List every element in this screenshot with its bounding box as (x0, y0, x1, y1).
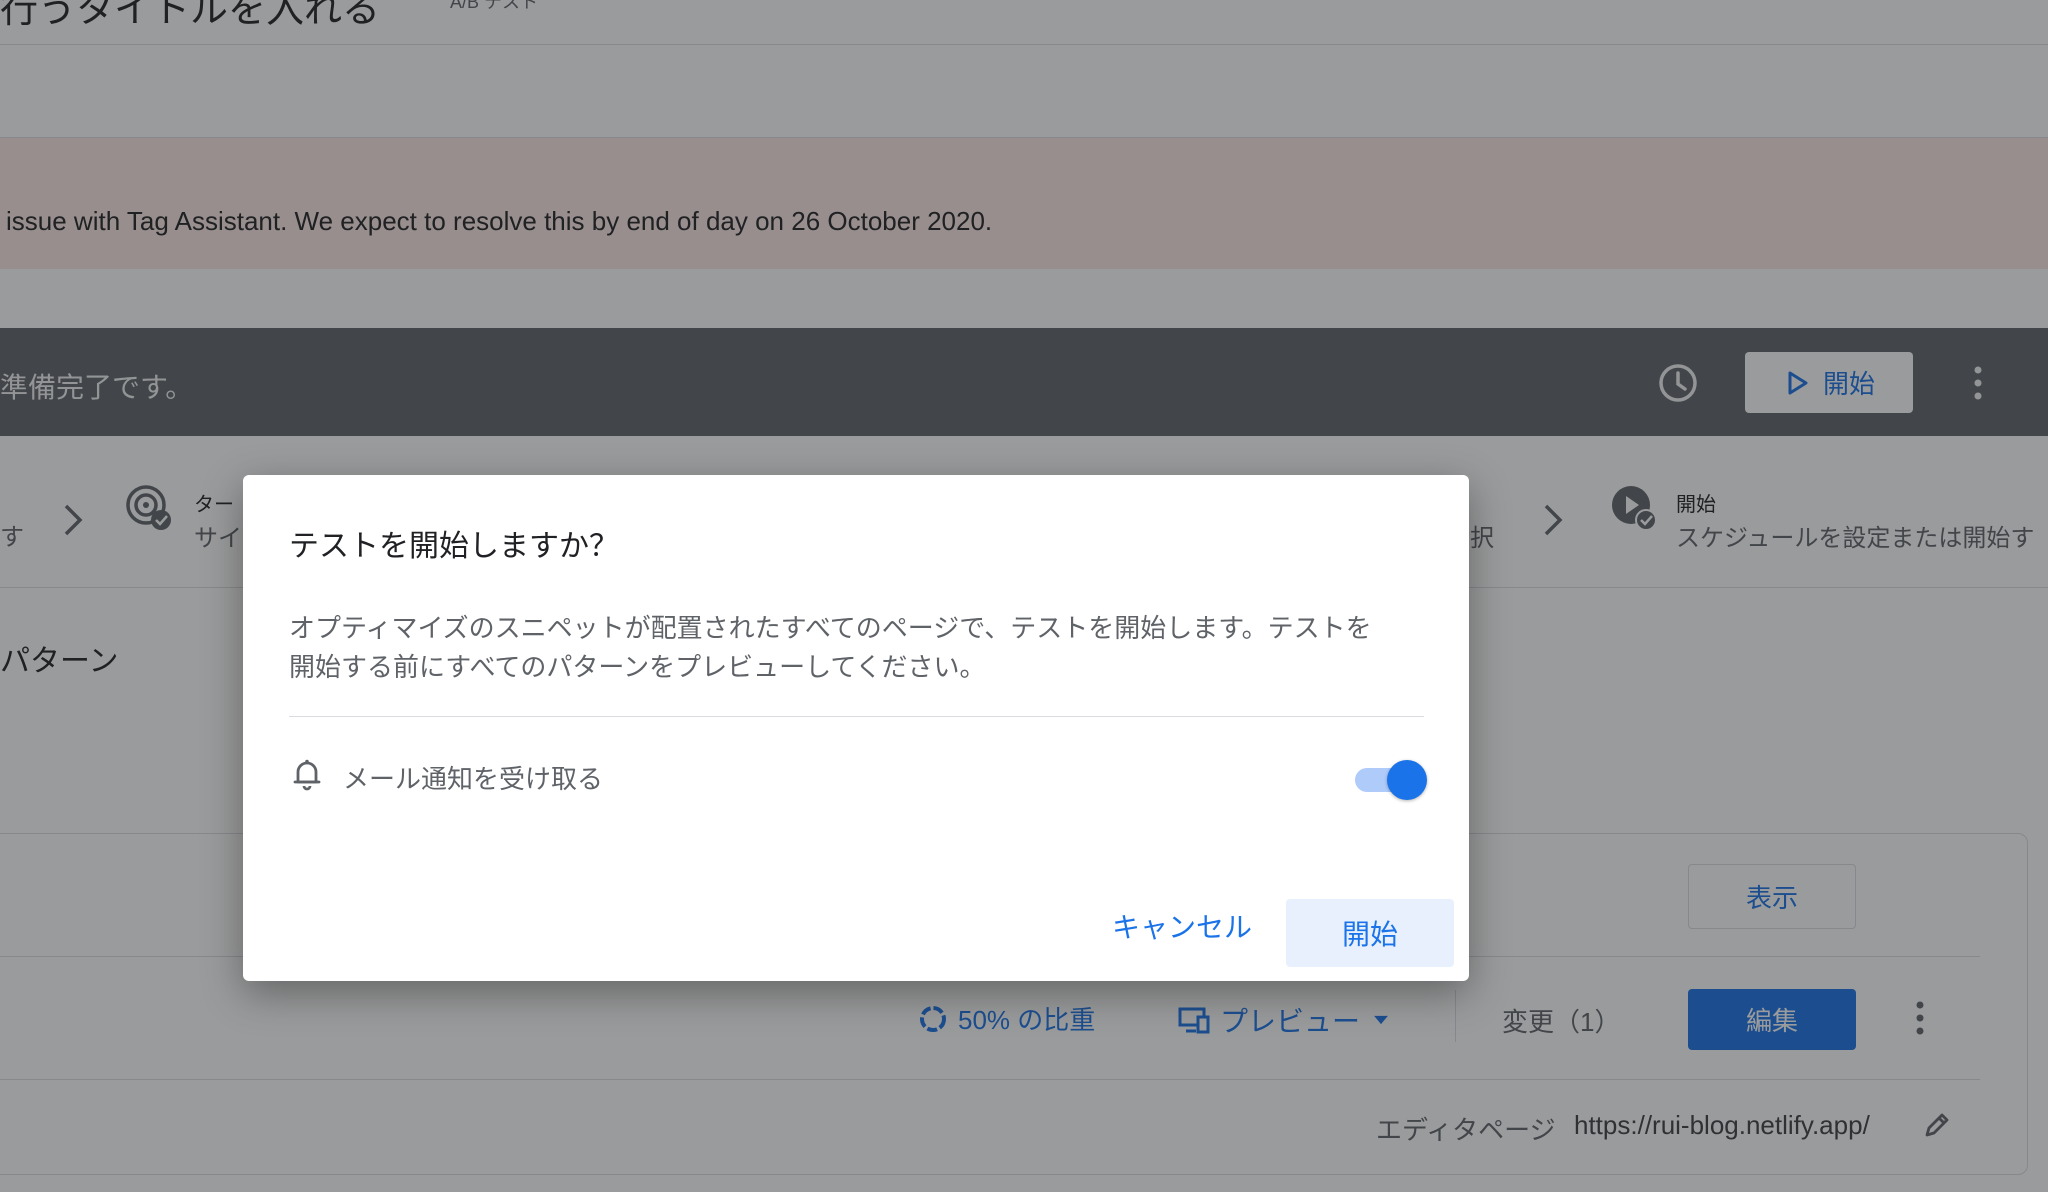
notify-toggle[interactable] (1355, 760, 1427, 804)
start-button[interactable]: 開始 (1286, 899, 1454, 967)
dialog-body-line2: 開始する前にすべてのパターンをプレビューしてください。 (289, 652, 986, 682)
dialog-body-line1: オプティマイズのスニペットが配置されたすべてのページで、テストを開始します。テス… (289, 613, 1372, 643)
cancel-button[interactable]: キャンセル (1103, 899, 1261, 953)
dialog-divider (289, 716, 1424, 717)
start-test-dialog: テストを開始しますか？ オプティマイズのスニペットが配置されたすべてのページで、… (243, 475, 1469, 981)
notify-label: メール通知を受け取る (343, 764, 604, 794)
dialog-title: テストを開始しますか？ (289, 530, 619, 563)
toggle-thumb (1387, 760, 1427, 800)
dialog-body: オプティマイズのスニペットが配置されたすべてのページで、テストを開始します。テス… (289, 609, 1419, 687)
bell-icon (293, 759, 321, 791)
